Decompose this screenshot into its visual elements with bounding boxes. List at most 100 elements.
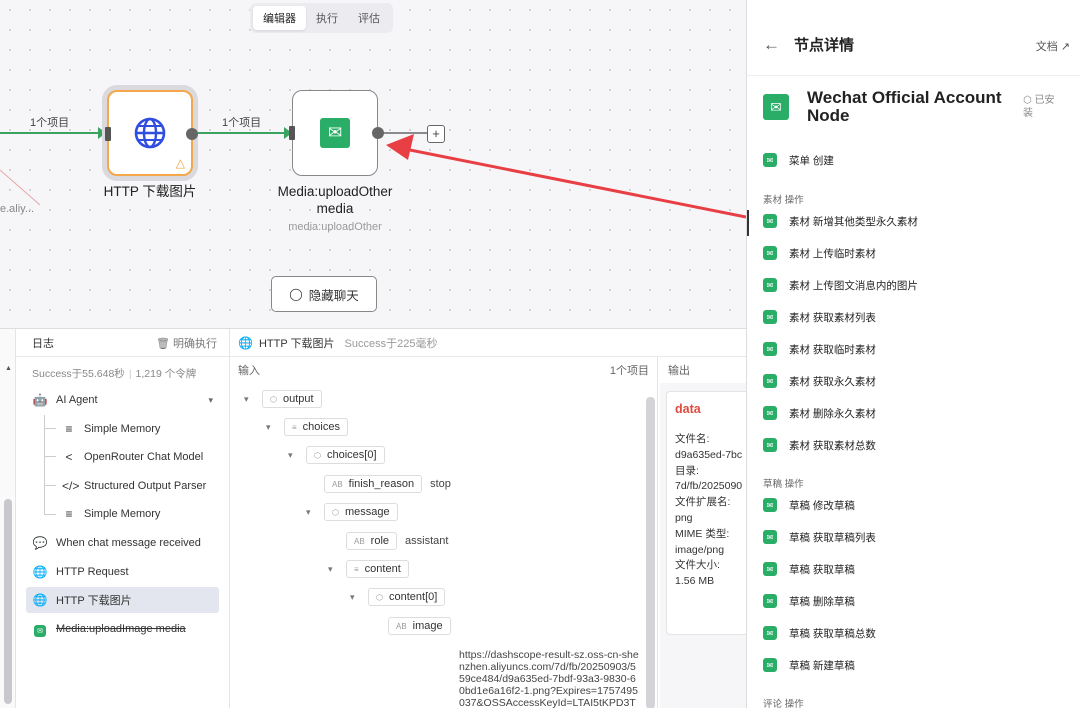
chevron-down-icon[interactable]: ▾ [288, 450, 300, 461]
object-icon: ⬡ [376, 592, 383, 602]
finish-reason-value: stop [430, 478, 451, 490]
io-title: 🌐 HTTP 下载图片 Success于225毫秒 [230, 335, 437, 351]
directory-label: 目录: [675, 464, 699, 477]
tree-row-content-0[interactable]: ▾ ⬡ content[0] [350, 587, 446, 607]
action-material-1[interactable]: ✉ 素材 上传临时素材 [763, 243, 876, 263]
log-item-media-upload-image[interactable]: ✉ Media:uploadImage media [26, 616, 219, 642]
tree-row-content[interactable]: ▾ ≡ content [328, 559, 409, 579]
hide-chat-label: 隐藏聊天 [308, 288, 359, 303]
log-item-simple-memory-1[interactable]: ≡ Simple Memory [62, 416, 160, 442]
http-download-node[interactable]: △ [105, 90, 198, 176]
wechat-icon: ✉ [763, 658, 777, 672]
action-material-3[interactable]: ✉ 素材 获取素材列表 [763, 307, 876, 327]
action-draft-0[interactable]: ✉ 草稿 修改草稿 [763, 495, 855, 515]
log-item-output-parser[interactable]: </> Structured Output Parser [62, 473, 206, 499]
logs-header: 日志 🗑 明确执行 [16, 329, 229, 357]
tree-connector [44, 429, 56, 457]
tab-editor[interactable]: 编辑器 [253, 6, 306, 30]
input-handle[interactable] [289, 126, 295, 140]
node-name: Wechat Official Account Node [807, 88, 1002, 125]
tab-executions[interactable]: 执行 [306, 6, 348, 30]
logs-status: Success于55.648秒 [32, 368, 125, 380]
chevron-down-icon[interactable]: ▾ [244, 394, 256, 405]
chevron-down-icon[interactable]: ▾ [350, 592, 362, 603]
back-arrow-icon[interactable]: ← [763, 35, 780, 55]
log-scrollbar[interactable] [4, 499, 12, 704]
action-material-7[interactable]: ✉ 素材 获取素材总数 [763, 435, 876, 455]
action-label: 素材 删除永久素材 [789, 407, 876, 420]
docs-label: 文档 [1035, 41, 1058, 53]
tab-evaluations[interactable]: 评估 [348, 6, 390, 30]
binary-data-title: data [675, 402, 701, 416]
hide-chat-button[interactable]: ◯ 隐藏聊天 [271, 276, 377, 312]
wechat-icon: ✉ [763, 310, 777, 324]
action-label: 素材 获取永久素材 [789, 375, 876, 388]
chevron-down-icon[interactable]: ▾ [328, 564, 340, 575]
action-material-6[interactable]: ✉ 素材 删除永久素材 [763, 403, 876, 423]
action-draft-4[interactable]: ✉ 草稿 获取草稿总数 [763, 623, 876, 643]
file-size-label: 文件大小: [675, 559, 720, 572]
tree-connector [44, 486, 56, 515]
log-item-http-download[interactable]: 🌐 HTTP 下载图片 [26, 587, 219, 613]
tree-row-message[interactable]: ▾ ⬡ message [306, 502, 398, 522]
action-draft-3[interactable]: ✉ 草稿 删除草稿 [763, 591, 855, 611]
tree-row-role[interactable]: AB role assistant [346, 531, 448, 551]
action-material-5[interactable]: ✉ 素材 获取永久素材 [763, 371, 876, 391]
scroll-up-icon[interactable]: ▲ [5, 365, 12, 372]
action-draft-1[interactable]: ✉ 草稿 获取草稿列表 [763, 527, 876, 547]
chat-bubble-icon: ◯ [289, 287, 303, 301]
edge-http-to-media-label: 1个项目 [222, 117, 262, 129]
action-material-4[interactable]: ✉ 素材 获取临时素材 [763, 339, 876, 359]
log-item-simple-memory-2[interactable]: ≡ Simple Memory [62, 501, 160, 527]
tree-connector [44, 415, 56, 429]
log-item-chat-trigger[interactable]: 💬 When chat message received [26, 530, 219, 556]
io-status: Success于225毫秒 [344, 337, 438, 350]
chevron-down-icon[interactable]: ▾ [306, 507, 318, 518]
action-label: 素材 获取素材列表 [789, 311, 876, 324]
logs-panel: 日志 🗑 明确执行 Success于55.648秒 | 1,219 个令牌 🤖 AI… [16, 329, 230, 708]
chevron-down-icon[interactable]: ▾ [208, 395, 213, 406]
input-pane: 输入 1个项目 ▾ ⬡ output ▾ ≡ choices ▾ ⬡ choices[… [230, 357, 658, 708]
extension-value: png [675, 511, 693, 524]
wechat-icon: ✉ [763, 342, 777, 356]
media-upload-node[interactable]: ✉ [289, 90, 384, 176]
tree-row-choices[interactable]: ▾ ≡ choices [266, 417, 348, 437]
action-menu-create[interactable]: ✉ 菜单 创建 [763, 150, 834, 170]
tree-row-output[interactable]: ▾ ⬡ output [244, 389, 322, 409]
wechat-icon: ✉ [320, 118, 350, 148]
input-scrollbar[interactable] [646, 397, 655, 708]
action-label: 素材 上传图文消息内的图片 [789, 279, 918, 292]
docs-link[interactable]: 文档 ↗ [1036, 38, 1070, 54]
tree-row-finish-reason[interactable]: AB finish_reason stop [324, 474, 451, 494]
action-draft-2[interactable]: ✉ 草稿 获取草稿 [763, 559, 855, 579]
string-type-icon: AB [396, 621, 407, 631]
output-handle[interactable] [372, 127, 384, 139]
workflow-canvas[interactable]: 编辑器 执行 评估 1个项目 1个项目 e.aliy... △ HTTP 下载图… [0, 0, 746, 328]
output-handle[interactable] [186, 128, 198, 140]
log-item-ai-agent[interactable]: 🤖 AI Agent ▾ [26, 387, 219, 413]
action-material-2[interactable]: ✉ 素材 上传图文消息内的图片 [763, 275, 918, 295]
media-upload-node-subtitle: media:uploadOther [288, 221, 382, 233]
node-info: ✉ Wechat Official Account Node ⬡ 已安装 [763, 86, 1073, 136]
binary-data-card[interactable]: data 文件名: d9a635ed-7bc 目录: 7d/fb/2025090… [666, 391, 756, 635]
object-icon: ⬡ [332, 507, 339, 517]
action-material-0[interactable]: ✉ 素材 新增其他类型永久素材 [763, 211, 918, 231]
log-item-http-request[interactable]: 🌐 HTTP Request [26, 559, 219, 585]
tree-row-choices-0[interactable]: ▾ ⬡ choices[0] [288, 445, 385, 465]
trash-icon: 🗑 [155, 337, 170, 350]
wechat-icon: ✉ [32, 622, 48, 637]
tree-row-image[interactable]: AB image [388, 616, 451, 636]
image-url-value: https://dashscope-result-sz.oss-cn-shenz… [459, 649, 639, 708]
wechat-icon: ✉ [763, 246, 777, 260]
previous-node-subtitle: e.aliy... [0, 203, 35, 215]
input-handle[interactable] [105, 127, 111, 141]
log-item-openrouter[interactable]: < OpenRouter Chat Model [62, 444, 203, 470]
chevron-down-icon[interactable]: ▾ [266, 422, 278, 433]
add-node-button[interactable]: + [427, 125, 445, 143]
file-name-label: 文件名: [675, 433, 710, 445]
external-link-icon: ↗ [1060, 41, 1070, 53]
action-draft-5[interactable]: ✉ 草稿 新建草稿 [763, 655, 855, 675]
io-header: 🌐 HTTP 下载图片 Success于225毫秒 [230, 329, 746, 357]
logs-summary: Success于55.648秒 | 1,219 个令牌 [32, 368, 197, 380]
clear-execution-button[interactable]: 🗑 明确执行 [156, 335, 217, 351]
